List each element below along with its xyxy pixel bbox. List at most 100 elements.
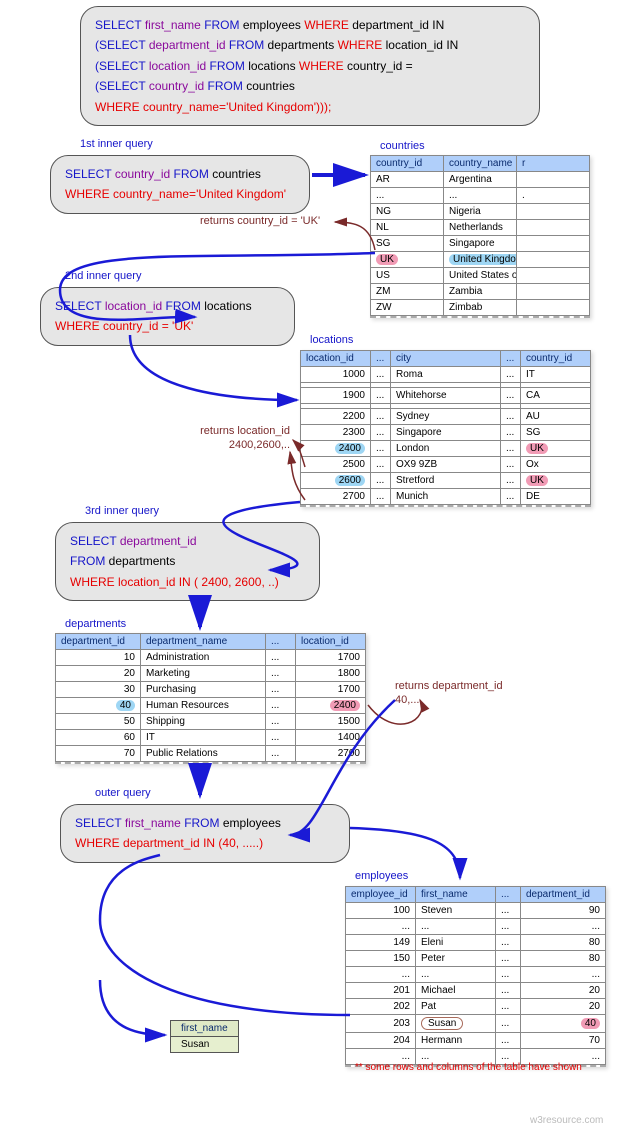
- sql-line: SELECT department_id: [70, 531, 305, 551]
- label-departments: departments: [65, 618, 126, 630]
- q1-sql-box: SELECT country_id FROM countries WHERE c…: [50, 155, 310, 214]
- table-cell: Netherlands: [444, 220, 517, 236]
- table-cell: Hermann: [416, 1033, 496, 1049]
- table-cell: 204: [346, 1033, 416, 1049]
- table-cell: Public Relations: [141, 746, 266, 762]
- kw-select: SELECT: [95, 18, 141, 32]
- table-cell: 1000: [301, 367, 371, 383]
- kw-where: WHERE: [65, 187, 110, 201]
- kw-from: FROM: [70, 554, 105, 568]
- locations-table-wrap: location_id...city...country_id 1000...R…: [300, 350, 591, 507]
- table-cell: IT: [141, 730, 266, 746]
- sql-line: WHERE country_name='United Kingdom')));: [95, 97, 525, 117]
- sql-line: FROM departments: [70, 551, 305, 571]
- table-row: 201Michael...20: [346, 983, 606, 999]
- table-cell: Marketing: [141, 666, 266, 682]
- kw-from: FROM: [184, 816, 219, 830]
- table-cell: 2200: [301, 409, 371, 425]
- sql-line: WHERE department_id IN (40, .....): [75, 833, 335, 853]
- table-cell: ...: [496, 935, 521, 951]
- column-header: ...: [501, 351, 521, 367]
- column-header: first_name: [416, 887, 496, 903]
- table-row: 204Hermann...70: [346, 1033, 606, 1049]
- return-text-q3-l1: returns department_id: [395, 680, 503, 692]
- kw-where: WHERE: [95, 100, 140, 114]
- table-cell: 2300: [301, 425, 371, 441]
- table-cell: ...: [521, 919, 606, 935]
- table-cell: [517, 220, 590, 236]
- table-cell: ...: [501, 489, 521, 505]
- q2-sql-box: SELECT location_id FROM locations WHERE …: [40, 287, 295, 346]
- table-cell: Susan: [416, 1015, 496, 1033]
- table-row: 2400...London...UK: [301, 441, 591, 457]
- table-cell: 80: [521, 951, 606, 967]
- table-row: 40Human Resources...2400: [56, 698, 366, 714]
- table-cell: 70: [521, 1033, 606, 1049]
- table-cell: ...: [521, 967, 606, 983]
- table-row: 1000...Roma...IT: [301, 367, 591, 383]
- table-row: ZMZambia: [371, 284, 590, 300]
- label-q3: 3rd inner query: [85, 505, 159, 517]
- result-row: Susan: [171, 1037, 239, 1053]
- kw-from: FROM: [208, 79, 243, 93]
- tbl-locations: locations: [248, 59, 295, 73]
- return-text-q2-l2: 2400,2600,..: [170, 439, 290, 451]
- txt-country-uk: country_name='United Kingdom': [113, 187, 286, 201]
- table-row: 100Steven...90: [346, 903, 606, 919]
- table-cell: ...: [371, 425, 391, 441]
- table-cell: AR: [371, 172, 444, 188]
- tbl-employees: employees: [243, 18, 301, 32]
- column-header: r: [517, 156, 590, 172]
- table-row: 10Administration...1700: [56, 650, 366, 666]
- label-q4: outer query: [95, 787, 151, 799]
- table-cell: 149: [346, 935, 416, 951]
- label-locations: locations: [310, 334, 353, 346]
- table-cell: ...: [501, 425, 521, 441]
- table-cell: ...: [501, 388, 521, 404]
- table-cell: 40: [56, 698, 141, 714]
- table-cell: ...: [346, 919, 416, 935]
- kw-from: FROM: [229, 38, 264, 52]
- table-row: 2500...OX9 9ZB...Ox: [301, 457, 591, 473]
- table-cell: 20: [56, 666, 141, 682]
- col-dept-id: department_id: [149, 38, 226, 52]
- label-employees: employees: [355, 870, 408, 882]
- table-cell: ...: [371, 188, 444, 204]
- table-cell: 60: [56, 730, 141, 746]
- txt-dept-in: department_id IN: [352, 18, 444, 32]
- employees-table-wrap: employee_idfirst_name...department_id 10…: [345, 886, 606, 1067]
- table-cell: 10: [56, 650, 141, 666]
- table-cell: 90: [521, 903, 606, 919]
- kw-from: FROM: [166, 299, 201, 313]
- departments-table-wrap: department_iddepartment_name...location_…: [55, 633, 366, 764]
- txt-loc-in: location_id IN: [386, 38, 459, 52]
- table-cell: [517, 268, 590, 284]
- col-dept-id: department_id: [120, 534, 197, 548]
- q3-sql-box: SELECT department_id FROM departments WH…: [55, 522, 320, 601]
- table-row: 202Pat...20: [346, 999, 606, 1015]
- table-cell: Whitehorse: [391, 388, 501, 404]
- table-cell: Peter: [416, 951, 496, 967]
- result-table: first_name Susan: [170, 1020, 239, 1053]
- table-cell: Sydney: [391, 409, 501, 425]
- table-row: 30Purchasing...1700: [56, 682, 366, 698]
- table-cell: 1700: [296, 682, 366, 698]
- table-cell: 40: [521, 1015, 606, 1033]
- table-cell: SG: [371, 236, 444, 252]
- table-cell: ...: [266, 650, 296, 666]
- column-header: ...: [371, 351, 391, 367]
- table-row: 150Peter...80: [346, 951, 606, 967]
- table-cell: ...: [266, 682, 296, 698]
- table-cell: [517, 252, 590, 268]
- sql-line: SELECT first_name FROM employees: [75, 813, 335, 833]
- column-header: department_id: [521, 887, 606, 903]
- table-cell: 2500: [301, 457, 371, 473]
- table-cell: ...: [496, 903, 521, 919]
- col-first-name: first_name: [125, 816, 181, 830]
- table-cell: 20: [521, 983, 606, 999]
- table-cell: Singapore: [391, 425, 501, 441]
- label-q2: 2nd inner query: [65, 270, 141, 282]
- tbl-departments: departments: [268, 38, 335, 52]
- table-cell: ...: [346, 967, 416, 983]
- table-cell: ...: [496, 1033, 521, 1049]
